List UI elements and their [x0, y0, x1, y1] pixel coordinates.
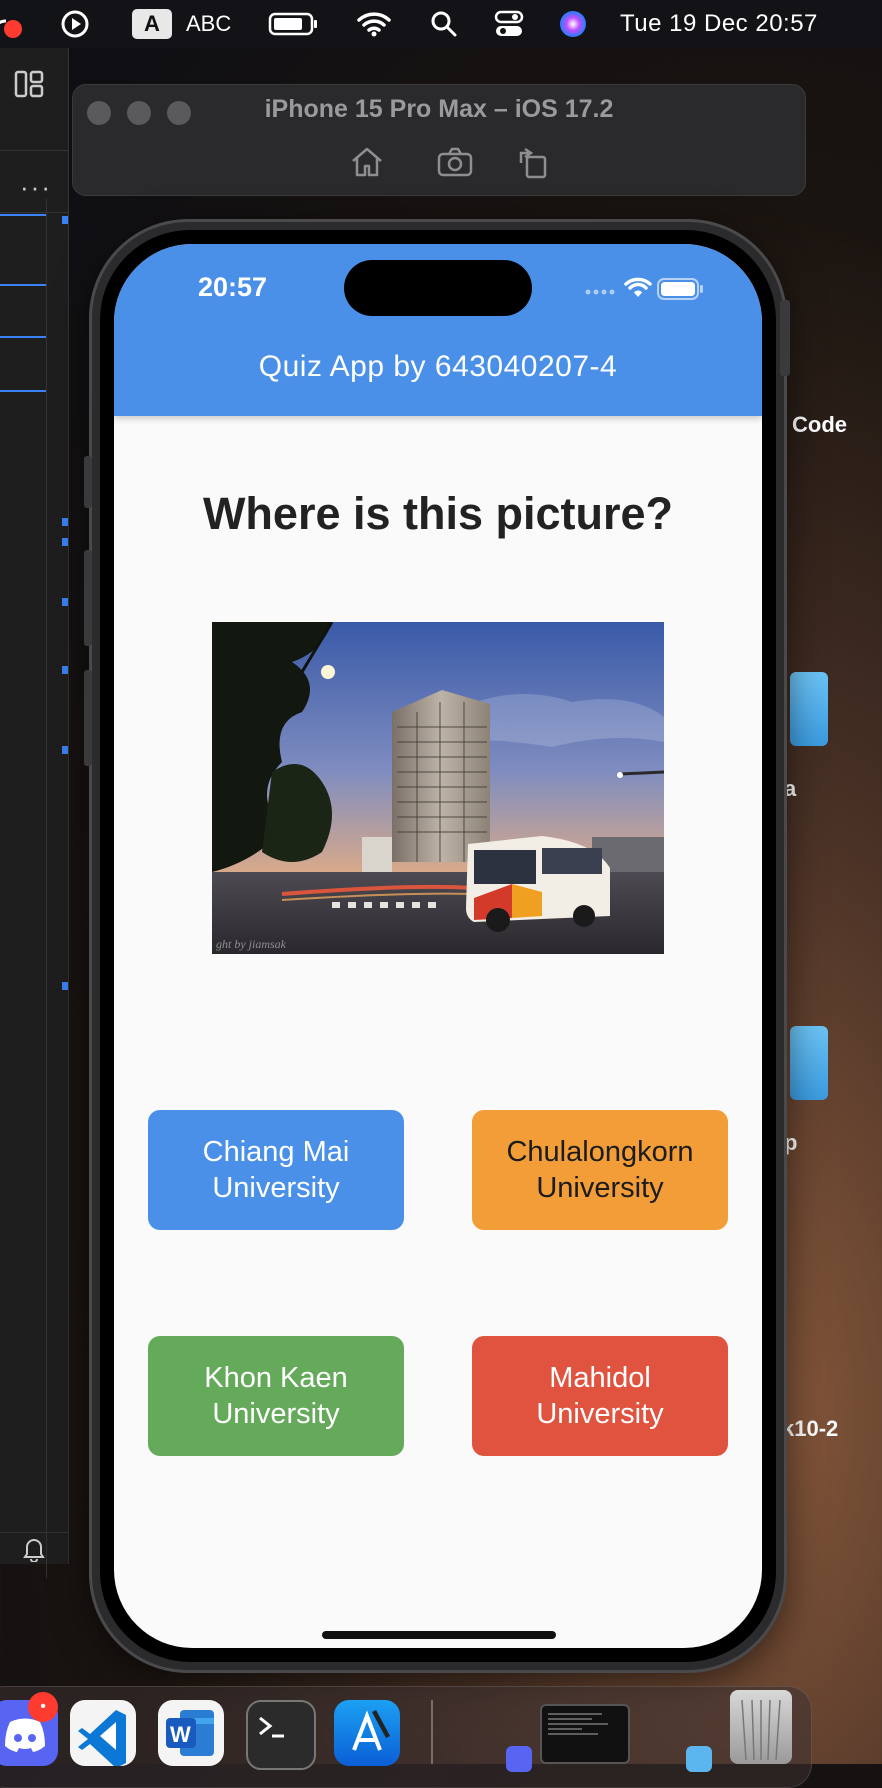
word-icon[interactable]: W [158, 1700, 224, 1766]
divider [0, 1532, 68, 1533]
quiz-photo: ght by jiamsak [212, 622, 664, 954]
iphone-screen: 20:57 Quiz App by 643040207-4 Where is t… [114, 244, 762, 1648]
finder-icon[interactable] [686, 1746, 712, 1772]
xcode-icon[interactable] [334, 1700, 400, 1766]
dynamic-island [344, 260, 532, 316]
screenshot-icon[interactable] [435, 145, 475, 179]
question-text: Where is this picture? [202, 488, 674, 539]
scroll-marker [62, 216, 68, 224]
power-button [780, 300, 790, 376]
scroll-marker [62, 518, 68, 526]
answer-label: University [536, 1172, 664, 1204]
notification-bell-icon[interactable] [22, 1536, 46, 1562]
divider [0, 212, 68, 213]
scroll-marker [62, 598, 68, 606]
play-circle-icon[interactable] [60, 0, 90, 48]
simulator-window: iPhone 15 Pro Max – iOS 17.2 [72, 84, 806, 196]
input-source[interactable]: A [132, 0, 172, 48]
dock-separator [431, 1700, 433, 1764]
app-title: Quiz App by 643040207-4 [258, 350, 618, 383]
answer-label: Mahidol [549, 1362, 651, 1394]
more-icon[interactable]: ··· [20, 172, 52, 203]
selection-line [0, 390, 46, 392]
app-bar: 20:57 Quiz App by 643040207-4 [114, 244, 762, 416]
scroll-marker [62, 746, 68, 754]
answer-button-mahidol[interactable]: Mahidol University [472, 1336, 728, 1456]
search-icon[interactable] [430, 0, 458, 48]
desktop-folder-icon[interactable] [790, 1026, 828, 1100]
trash-icon[interactable] [730, 1690, 792, 1764]
answer-label: Khon Kaen [204, 1362, 348, 1394]
scroll-marker [62, 666, 68, 674]
answer-label: University [212, 1172, 340, 1204]
home-icon[interactable] [347, 145, 387, 179]
cellular-signal-icon [585, 289, 615, 295]
input-source-name: ABC [186, 11, 232, 36]
answer-label: Chiang Mai [202, 1136, 350, 1168]
selection-line [0, 284, 46, 286]
photo-caption: ght by jiamsak [216, 937, 287, 951]
wifi-icon[interactable] [356, 0, 392, 48]
vscode-icon[interactable] [70, 1700, 136, 1768]
window-thumbnail[interactable] [540, 1704, 630, 1764]
desktop-folder-icon[interactable] [790, 672, 828, 746]
answer-button-chulalongkorn[interactable]: Chulalongkorn University [472, 1110, 728, 1230]
panel-layout-icon[interactable] [14, 70, 44, 98]
notification-badge: • [28, 1692, 58, 1722]
volume-up-button [84, 550, 92, 646]
scroll-marker [62, 538, 68, 546]
input-source-letter: A [132, 9, 172, 39]
svg-text:W: W [170, 1722, 191, 1747]
divider [0, 150, 68, 151]
terminal-icon[interactable] [246, 1700, 316, 1770]
battery-icon [657, 278, 703, 300]
wifi-icon [624, 277, 652, 297]
selection-line [0, 336, 46, 338]
battery-icon[interactable] [268, 0, 320, 48]
answer-button-chiang-mai[interactable]: Chiang Mai University [148, 1110, 404, 1230]
selection-line [0, 214, 46, 216]
control-center-icon[interactable] [494, 0, 524, 48]
answer-label: University [536, 1398, 664, 1430]
menu-bar: A ABC Tue 19 Dec 20:57 [0, 0, 882, 48]
volume-down-button [84, 670, 92, 766]
action-button [84, 456, 92, 508]
simulator-title: iPhone 15 Pro Max – iOS 17.2 [264, 95, 614, 123]
answer-label: University [212, 1398, 340, 1430]
desktop-label[interactable]: p [784, 1130, 797, 1156]
answer-label: Chulalongkorn [506, 1136, 694, 1168]
status-bar-icons [585, 277, 703, 300]
scroll-marker [62, 982, 68, 990]
answer-button-khon-kaen[interactable]: Khon Kaen University [148, 1336, 404, 1456]
editor-window: ··· [0, 48, 69, 1578]
home-indicator[interactable] [322, 1631, 556, 1639]
siri-icon[interactable] [558, 0, 588, 48]
discord-window-badge-icon [506, 1746, 532, 1772]
rotate-icon[interactable] [513, 145, 553, 179]
recording-indicator [4, 20, 22, 38]
menubar-clock[interactable]: Tue 19 Dec 20:57 [620, 0, 818, 48]
desktop-label-code[interactable]: Code [792, 412, 847, 438]
desktop-label[interactable]: a [784, 776, 796, 802]
desktop-label[interactable]: k10-2 [782, 1416, 838, 1442]
status-bar-time: 20:57 [198, 272, 268, 302]
editor-gutter [46, 198, 47, 1578]
